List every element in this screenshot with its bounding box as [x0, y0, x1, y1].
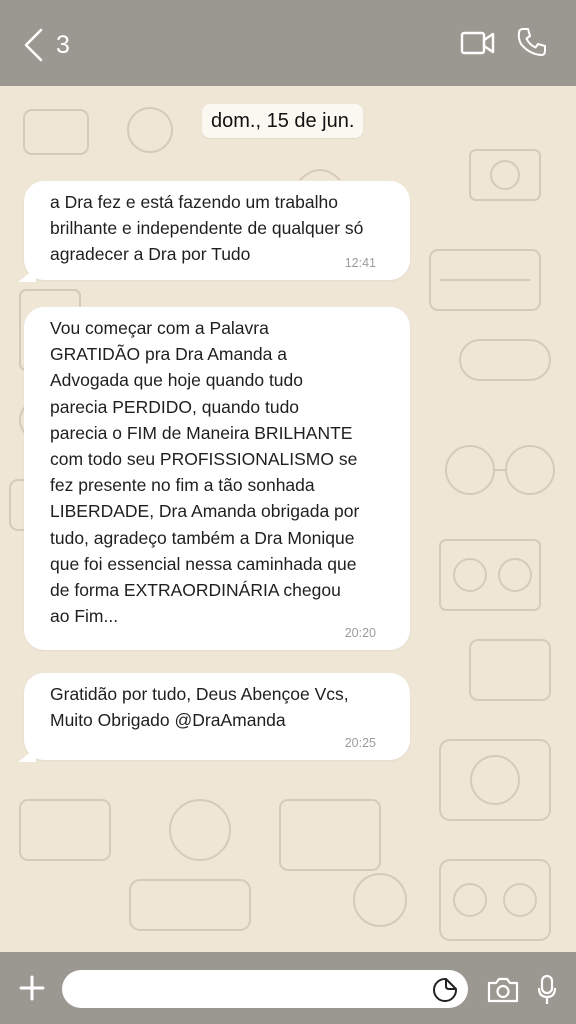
message-bubble[interactable]: a Dra fez e está fazendo um trabalho bri… [18, 181, 410, 282]
message-timestamp: 20:25 [344, 736, 376, 750]
video-camera-icon[interactable] [460, 30, 496, 56]
plus-icon[interactable] [18, 974, 46, 1002]
message-text: a Dra fez e está fazendo um trabalho bri… [50, 192, 364, 265]
back-button[interactable]: 3 [22, 24, 82, 64]
phone-icon[interactable] [516, 26, 548, 58]
message-timestamp: 20:20 [344, 626, 376, 640]
sticker-icon[interactable] [432, 977, 458, 1003]
message-text: Gratidão por tudo, Deus Abençoe Vcs, Mui… [50, 684, 349, 731]
message-bubble[interactable]: Vou começar com a Palavra GRATIDÃO pra D… [24, 307, 410, 650]
camera-icon[interactable] [486, 976, 520, 1004]
message-timestamp: 12:41 [344, 256, 376, 270]
unread-count: 3 [56, 31, 70, 59]
date-divider: dom., 15 de jun. [202, 104, 364, 138]
chevron-left-icon [24, 28, 43, 62]
composer-bar [0, 952, 576, 1024]
chat-header: 3 [0, 0, 576, 86]
message-bubble[interactable]: Gratidão por tudo, Deus Abençoe Vcs, Mui… [18, 673, 410, 762]
message-text: Vou começar com a Palavra GRATIDÃO pra D… [50, 318, 360, 627]
microphone-icon[interactable] [537, 974, 557, 1006]
message-input[interactable] [62, 970, 468, 1008]
